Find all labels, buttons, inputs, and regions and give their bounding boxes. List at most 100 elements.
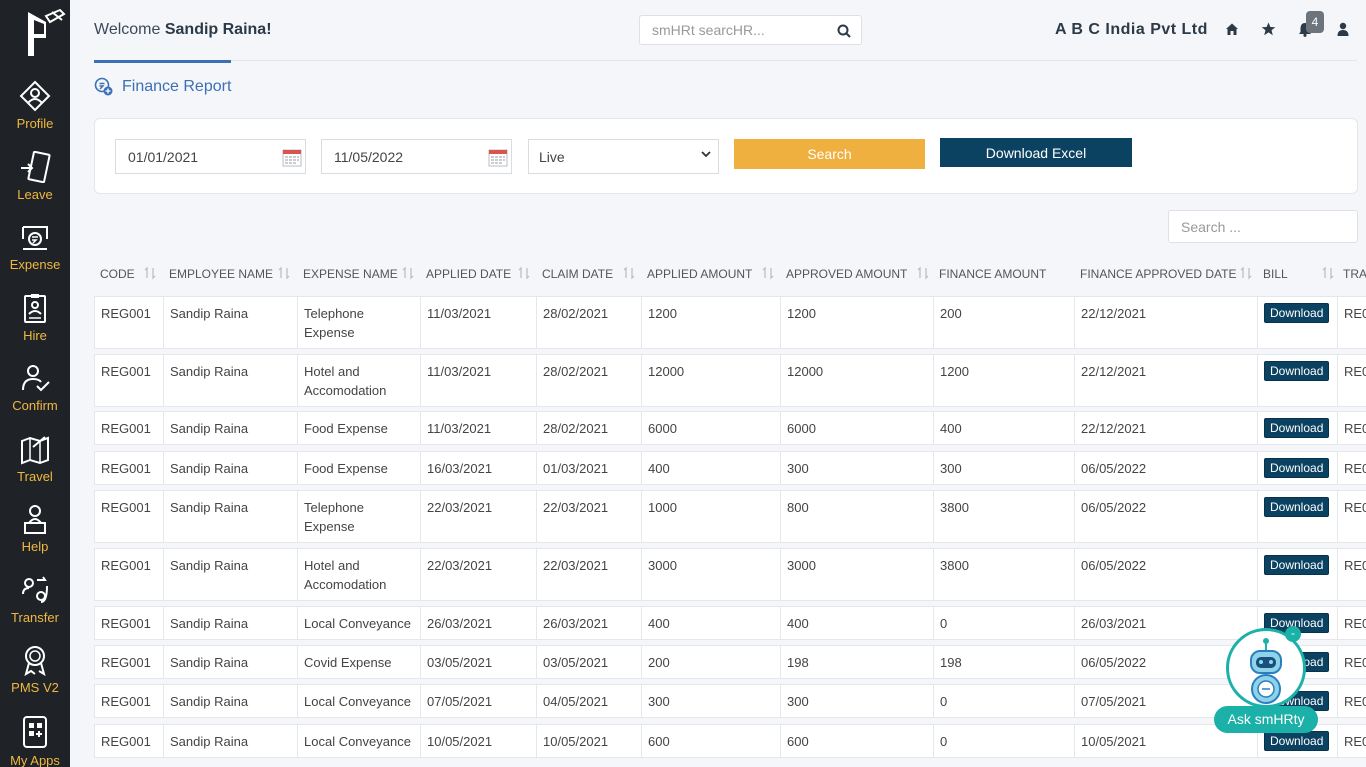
table-row: REG001 Sandip Raina Local Conveyance 07/05/… bbox=[94, 684, 1366, 718]
app-logo[interactable] bbox=[24, 8, 66, 60]
col-header-applied-date[interactable]: APPLIED DATE bbox=[420, 255, 511, 293]
table-row: REG001 Sandip Raina Hotel and Accomodation… bbox=[94, 548, 1366, 601]
calendar-icon[interactable] bbox=[282, 147, 302, 167]
sort-icon[interactable] bbox=[1240, 266, 1252, 280]
col-header-applied-amount[interactable]: APPLIED AMOUNT bbox=[641, 255, 752, 293]
robot-icon bbox=[1250, 638, 1282, 704]
sort-icon[interactable] bbox=[144, 266, 156, 280]
cell-employee-name: Sandip Raina bbox=[164, 549, 298, 600]
sidebar-item-leave[interactable]: Leave bbox=[0, 151, 70, 221]
table-row: REG001 Sandip Raina Food Expense 16/03/2021… bbox=[94, 451, 1366, 485]
help-icon bbox=[24, 505, 46, 534]
status-select[interactable]: Live bbox=[528, 139, 719, 174]
home-icon[interactable] bbox=[1225, 22, 1239, 36]
cell-tra: RE0 bbox=[1338, 491, 1366, 542]
cell-expense-name: Food Expense bbox=[298, 452, 421, 484]
download-bill-button[interactable]: Download bbox=[1264, 458, 1330, 478]
to-date-input[interactable] bbox=[322, 140, 472, 173]
sidebar-item-apps[interactable]: My Apps bbox=[0, 715, 70, 767]
cell-bill: Download bbox=[1258, 297, 1338, 348]
table-row: REG001 Sandip Raina Covid Expense 03/05/202… bbox=[94, 645, 1366, 679]
travel-icon bbox=[21, 436, 49, 465]
sort-icon[interactable] bbox=[762, 266, 774, 280]
sidebar-label-pms: PMS V2 bbox=[11, 680, 59, 695]
search-icon[interactable] bbox=[837, 24, 851, 38]
cell-tra: RE0 bbox=[1338, 549, 1366, 600]
table-search-input[interactable] bbox=[1169, 211, 1349, 242]
cell-finance-approved-date: 22/12/2021 bbox=[1075, 412, 1258, 444]
col-header-claim-date[interactable]: CLAIM DATE bbox=[536, 255, 613, 293]
cell-applied-date: 22/03/2021 bbox=[421, 491, 537, 542]
cell-tra: RE0 bbox=[1338, 355, 1366, 406]
sidebar: Profile Leave Expense Hire Confirm Trave… bbox=[0, 0, 70, 767]
sidebar-item-profile[interactable]: Profile bbox=[0, 80, 70, 150]
sidebar-label-transfer: Transfer bbox=[11, 610, 59, 625]
welcome-text: Welcome Sandip Raina! bbox=[94, 21, 272, 39]
col-header-employee-name[interactable]: EMPLOYEE NAME bbox=[163, 255, 273, 293]
cell-bill: Download bbox=[1258, 355, 1338, 406]
sidebar-item-expense[interactable]: Expense bbox=[0, 221, 70, 291]
global-search bbox=[639, 15, 862, 45]
col-header-bill[interactable]: BILL bbox=[1257, 255, 1288, 293]
download-bill-button[interactable]: Download bbox=[1264, 361, 1330, 381]
sort-icon[interactable] bbox=[518, 266, 530, 280]
sidebar-item-confirm[interactable]: Confirm bbox=[0, 362, 70, 432]
cell-claim-date: 03/05/2021 bbox=[537, 646, 642, 678]
col-header-finance-approved-date[interactable]: FINANCE APPROVED DATE bbox=[1074, 255, 1236, 293]
sort-icon[interactable] bbox=[278, 266, 290, 280]
cell-expense-name: Local Conveyance bbox=[298, 607, 421, 639]
cell-expense-name: Hotel and Accomodation bbox=[298, 549, 421, 600]
col-header-finance-amount[interactable]: FINANCE AMOUNT bbox=[933, 255, 1046, 293]
sidebar-label-hire: Hire bbox=[23, 328, 47, 343]
sidebar-label-leave: Leave bbox=[17, 187, 53, 202]
download-bill-button[interactable]: Download bbox=[1264, 555, 1330, 575]
cell-tra: RE0 bbox=[1338, 646, 1366, 678]
cell-employee-name: Sandip Raina bbox=[164, 607, 298, 639]
sidebar-item-pms[interactable]: PMS V2 bbox=[0, 644, 70, 714]
sort-icon[interactable] bbox=[1322, 266, 1334, 280]
download-bill-button[interactable]: Download bbox=[1264, 497, 1330, 517]
cell-finance-amount: 1200 bbox=[934, 355, 1075, 406]
cell-approved-amount: 1200 bbox=[781, 297, 934, 348]
user-icon[interactable] bbox=[1337, 22, 1349, 36]
star-icon[interactable] bbox=[1261, 22, 1276, 36]
chatbot-label[interactable]: Ask smHRty bbox=[1214, 706, 1318, 733]
cell-applied-amount: 1000 bbox=[642, 491, 781, 542]
chatbot-minimize-button[interactable]: - bbox=[1285, 626, 1301, 642]
cell-employee-name: Sandip Raina bbox=[164, 685, 298, 717]
company-name: A B C India Pvt Ltd bbox=[1055, 21, 1208, 38]
cell-claim-date: 28/02/2021 bbox=[537, 412, 642, 444]
cell-approved-amount: 400 bbox=[781, 607, 934, 639]
sidebar-label-help: Help bbox=[21, 539, 49, 554]
sidebar-item-travel[interactable]: Travel bbox=[0, 433, 70, 503]
cell-approved-amount: 12000 bbox=[781, 355, 934, 406]
cell-finance-amount: 198 bbox=[934, 646, 1075, 678]
sort-icon[interactable] bbox=[623, 266, 635, 280]
sidebar-item-help[interactable]: Help bbox=[0, 503, 70, 573]
col-header-code[interactable]: CODE bbox=[94, 255, 135, 293]
cell-code: REG001 bbox=[95, 549, 164, 600]
sidebar-label-confirm: Confirm bbox=[12, 398, 58, 413]
cell-approved-amount: 3000 bbox=[781, 549, 934, 600]
cell-tra: RE0 bbox=[1338, 412, 1366, 444]
col-header-expense-name[interactable]: EXPENSE NAME bbox=[297, 255, 398, 293]
sort-icon[interactable] bbox=[402, 266, 414, 280]
chatbot-widget[interactable]: - Ask smHRty bbox=[1214, 626, 1318, 736]
col-header-tra[interactable]: TRA bbox=[1337, 255, 1366, 293]
sidebar-item-hire[interactable]: Hire bbox=[0, 292, 70, 362]
search-button[interactable]: Search bbox=[734, 139, 925, 169]
col-header-approved-amount[interactable]: APPROVED AMOUNT bbox=[780, 255, 907, 293]
table-search bbox=[1168, 210, 1358, 243]
download-bill-button[interactable]: Download bbox=[1264, 303, 1330, 323]
download-bill-button[interactable]: Download bbox=[1264, 418, 1330, 438]
cell-employee-name: Sandip Raina bbox=[164, 412, 298, 444]
transfer-icon bbox=[22, 576, 48, 603]
download-excel-button[interactable]: Download Excel bbox=[940, 138, 1132, 167]
user-name: Sandip Raina! bbox=[164, 21, 272, 38]
global-search-input[interactable] bbox=[640, 16, 820, 44]
from-date-input[interactable] bbox=[116, 140, 266, 173]
cell-claim-date: 01/03/2021 bbox=[537, 452, 642, 484]
calendar-icon[interactable] bbox=[488, 147, 508, 167]
sort-icon[interactable] bbox=[917, 266, 929, 280]
sidebar-item-transfer[interactable]: Transfer bbox=[0, 574, 70, 644]
